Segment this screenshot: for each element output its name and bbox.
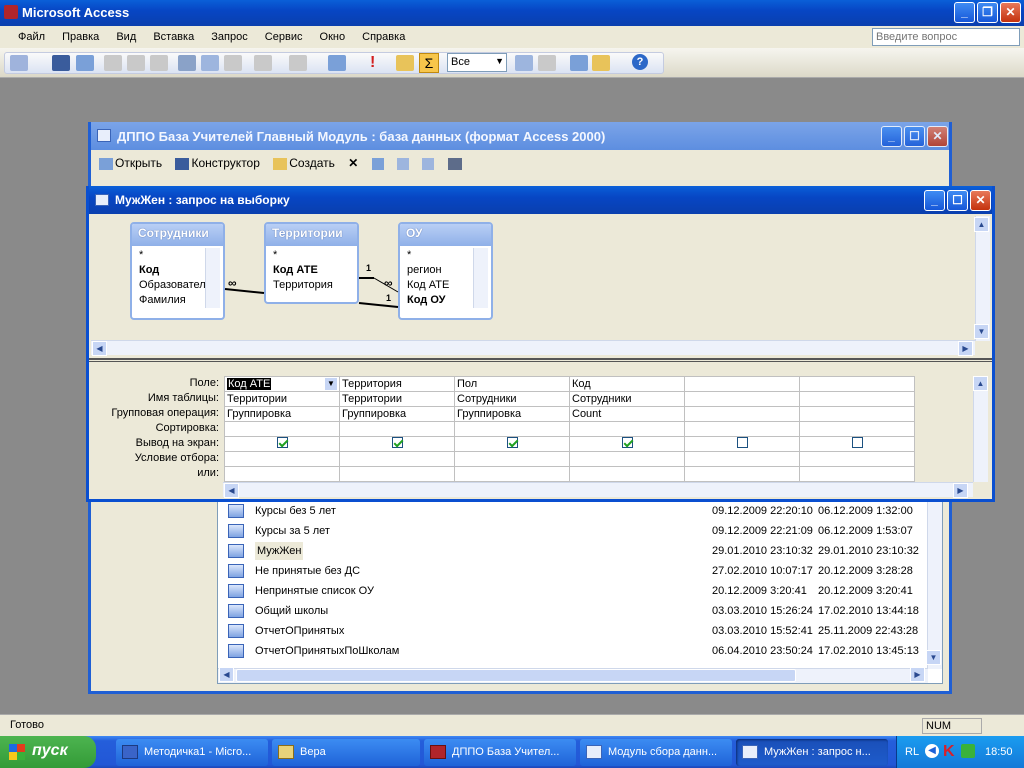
grid-table-cell[interactable]: Сотрудники [569, 391, 685, 407]
grid-field-cell[interactable]: Территория [339, 376, 455, 392]
show-checkbox[interactable] [621, 437, 633, 448]
grid-table-cell[interactable]: Территории [224, 391, 340, 407]
join-many-label: ∞ [228, 276, 237, 290]
design-grid: Код АТЕ ▼ Территория Пол Код Территории Т… [224, 376, 915, 482]
grid-or-cell[interactable] [339, 466, 455, 482]
network-icon[interactable] [961, 744, 975, 758]
chevron-down-icon[interactable]: ▼ [325, 378, 337, 390]
show-checkbox[interactable] [276, 437, 288, 448]
grid-sort-cell[interactable] [339, 421, 455, 437]
start-label: пуск [32, 742, 68, 759]
back-arrow-icon[interactable]: ◀ [925, 744, 939, 758]
grid-total-cell[interactable]: Группировка [339, 406, 455, 422]
grid-field-cell[interactable] [799, 376, 915, 392]
grid-or-cell[interactable] [569, 466, 685, 482]
grid-criteria-cell[interactable] [339, 451, 455, 467]
query-icon [742, 745, 758, 759]
grid-field-cell[interactable]: Код [569, 376, 685, 392]
taskbar-item[interactable]: Методичка1 - Micro... [116, 739, 268, 766]
grid-criteria-cell[interactable] [454, 451, 570, 467]
grid-sort-cell[interactable] [454, 421, 570, 437]
grid-criteria-cell[interactable] [569, 451, 685, 467]
antivirus-icon[interactable]: K [943, 743, 955, 761]
word-icon [122, 745, 138, 759]
join-many-label: ∞ [384, 276, 393, 290]
status-bar: Готово NUM [0, 714, 1024, 736]
grid-or-cell[interactable] [684, 466, 800, 482]
grid-total-cell[interactable]: Группировка [454, 406, 570, 422]
grid-or-cell[interactable] [454, 466, 570, 482]
grid-or-cell[interactable] [224, 466, 340, 482]
grid-field-cell[interactable] [684, 376, 800, 392]
grid-field-cell[interactable]: Пол [454, 376, 570, 392]
taskbar-item[interactable]: ДППО База Учител... [424, 739, 576, 766]
grid-field-cell[interactable]: Код АТЕ ▼ [224, 376, 340, 392]
start-button[interactable]: пуск [0, 736, 96, 768]
join-one-label: 1 [366, 263, 372, 273]
windows-logo-icon [9, 744, 25, 760]
system-tray: RL ◀ K 18:50 [896, 736, 1024, 768]
show-checkbox[interactable] [391, 437, 403, 448]
grid-sort-cell[interactable] [569, 421, 685, 437]
grid-sort-cell[interactable] [224, 421, 340, 437]
grid-show-cell [454, 436, 570, 452]
grid-sort-cell[interactable] [684, 421, 800, 437]
join-one-label: 1 [386, 293, 392, 303]
grid-total-cell[interactable]: Count [569, 406, 685, 422]
grid-total-cell[interactable]: Группировка [224, 406, 340, 422]
grid-total-cell[interactable] [684, 406, 800, 422]
taskbar-item-active[interactable]: МужЖен : запрос н... [736, 739, 888, 766]
grid-criteria-cell[interactable] [224, 451, 340, 467]
grid-table-cell[interactable] [799, 391, 915, 407]
grid-total-cell[interactable] [799, 406, 915, 422]
grid-sort-cell[interactable] [799, 421, 915, 437]
show-checkbox[interactable] [736, 437, 748, 448]
grid-show-cell [224, 436, 340, 452]
grid-show-cell [339, 436, 455, 452]
grid-show-cell [569, 436, 685, 452]
folder-icon [278, 745, 294, 759]
show-checkbox[interactable] [851, 437, 863, 448]
clock: 18:50 [985, 746, 1013, 758]
grid-show-cell [684, 436, 800, 452]
num-lock-indicator: NUM [922, 718, 982, 734]
grid-table-cell[interactable]: Сотрудники [454, 391, 570, 407]
grid-or-cell[interactable] [799, 466, 915, 482]
grid-criteria-cell[interactable] [799, 451, 915, 467]
grid-table-cell[interactable] [684, 391, 800, 407]
access-db-icon [430, 745, 446, 759]
taskbar-item[interactable]: Модуль сбора данн... [580, 739, 732, 766]
taskbar-item[interactable]: Вера [272, 739, 420, 766]
grid-table-cell[interactable]: Территории [339, 391, 455, 407]
grid-show-cell [799, 436, 915, 452]
status-text: Готово [10, 719, 44, 731]
language-indicator[interactable]: RL [905, 746, 919, 758]
show-checkbox[interactable] [506, 437, 518, 448]
form-icon [586, 745, 602, 759]
grid-criteria-cell[interactable] [684, 451, 800, 467]
